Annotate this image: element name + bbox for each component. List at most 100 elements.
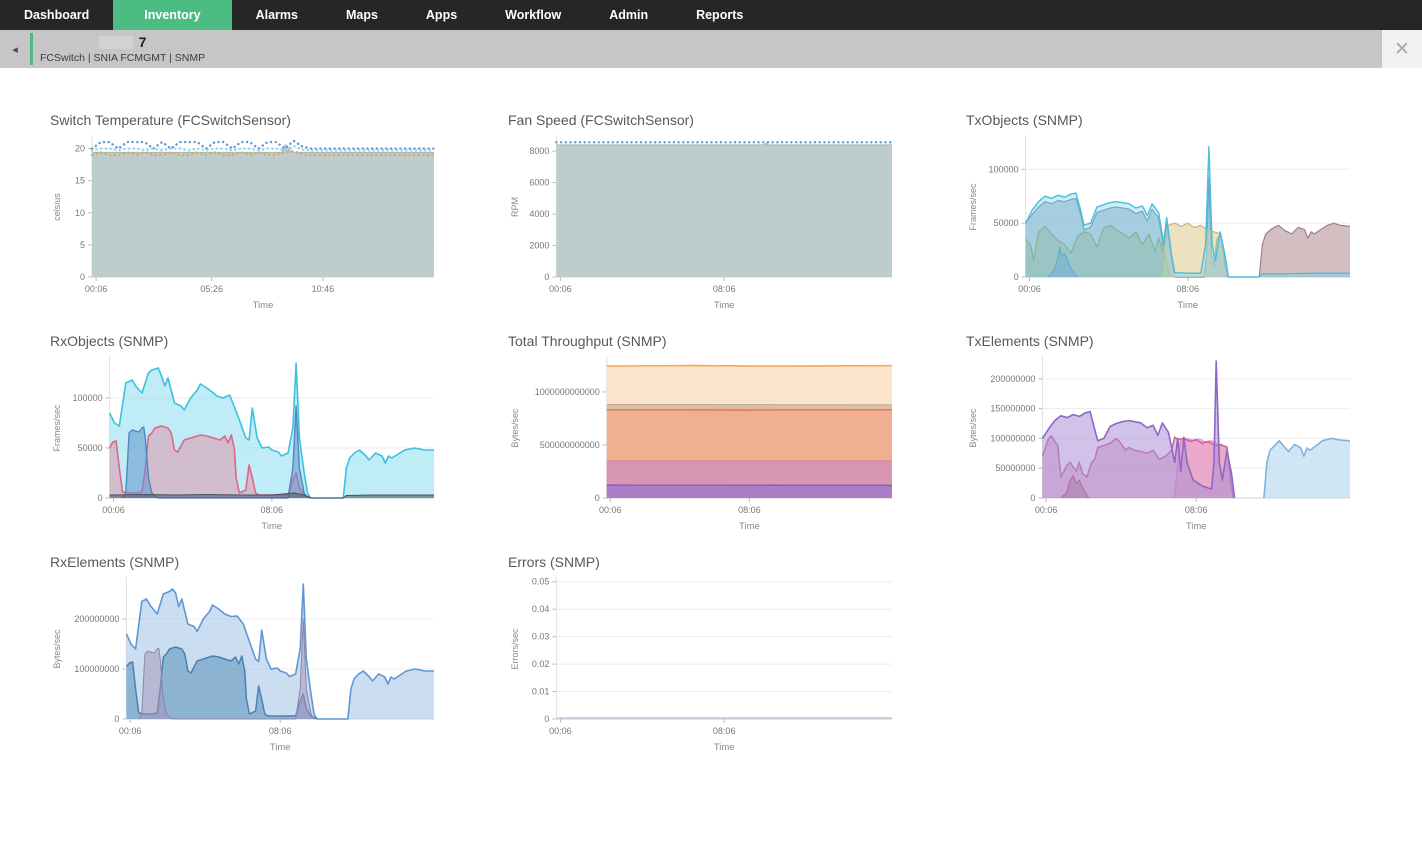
selected-device-card[interactable]: 7 FCSwitch | SNIA FCMGMT | SNMP — [30, 32, 213, 66]
svg-text:00:06: 00:06 — [102, 505, 125, 515]
svg-text:0: 0 — [114, 714, 119, 724]
svg-text:Frames/sec: Frames/sec — [52, 404, 62, 452]
svg-text:Time: Time — [739, 521, 760, 532]
svg-text:00:06: 00:06 — [85, 284, 108, 294]
chart-canvas[interactable]: 0 5 10 15 20 00:06 05:26 10:46 Time celsius — [50, 129, 442, 311]
breadcrumb: FCSwitch | SNIA FCMGMT | SNMP — [40, 51, 206, 64]
svg-text:08:06: 08:06 — [269, 726, 292, 736]
chart-title: Switch Temperature (FCSwitchSensor) — [50, 112, 291, 128]
chart-errors: Errors (SNMP) 0 0.01 0.02 0.03 0.04 0.05 00:06… — [508, 554, 948, 753]
svg-text:100000: 100000 — [989, 164, 1019, 174]
svg-text:50000000: 50000000 — [995, 463, 1035, 473]
svg-text:0.04: 0.04 — [532, 604, 550, 614]
svg-text:100000000: 100000000 — [990, 433, 1035, 443]
chart-rxelements: RxElements (SNMP) 0 100000000 200000000 00:… — [50, 554, 490, 753]
top-navbar: Dashboard Inventory Alarms Maps Apps Wor… — [0, 0, 1422, 30]
svg-text:08:06: 08:06 — [1177, 284, 1200, 294]
svg-text:Bytes/sec: Bytes/sec — [968, 408, 978, 448]
svg-text:10: 10 — [75, 208, 85, 218]
svg-text:20: 20 — [75, 144, 85, 154]
tab-label: Admin — [609, 8, 649, 22]
tab-label: Maps — [345, 8, 378, 22]
svg-text:0.05: 0.05 — [532, 577, 550, 587]
chart-title: Fan Speed (FCSwitchSensor) — [508, 112, 694, 128]
chart-title: Total Throughput (SNMP) — [508, 333, 667, 349]
tab-apps[interactable]: Apps — [402, 0, 481, 30]
chart-rxobjects: RxObjects (SNMP) 0 50000 100000 00:06 08:06 T… — [50, 333, 490, 532]
svg-text:6000: 6000 — [529, 178, 549, 188]
tab-label: Reports — [696, 8, 744, 22]
chart-canvas[interactable]: 0 0.01 0.02 0.03 0.04 0.05 00:06 08:06 Time Error… — [508, 571, 900, 753]
tab-label: Inventory — [144, 8, 201, 22]
svg-text:08:06: 08:06 — [713, 284, 736, 294]
device-count: 7 — [138, 34, 147, 50]
chart-canvas[interactable]: 0 2000 4000 6000 8000 00:06 08:06 Time RPM — [508, 129, 900, 311]
svg-text:Errors/sec: Errors/sec — [510, 628, 520, 670]
svg-text:500000000000: 500000000000 — [540, 440, 600, 450]
svg-text:0: 0 — [544, 714, 549, 724]
svg-text:Time: Time — [714, 300, 735, 311]
svg-text:0.01: 0.01 — [532, 687, 550, 697]
tab-label: Alarms — [255, 8, 298, 22]
svg-text:100000000: 100000000 — [74, 664, 119, 674]
device-strip: ◂ 7 FCSwitch | SNIA FCMGMT | SNMP ✕ — [0, 30, 1422, 68]
svg-text:0: 0 — [595, 493, 600, 503]
svg-text:celsius: celsius — [52, 193, 62, 221]
svg-text:0: 0 — [1014, 272, 1019, 282]
tab-workflow[interactable]: Workflow — [481, 0, 585, 30]
svg-text:15: 15 — [75, 176, 85, 186]
chart-canvas[interactable]: 0 50000 100000 00:06 08:06 Time Frames/sec — [50, 350, 442, 532]
chart-title: Errors (SNMP) — [508, 554, 600, 570]
svg-text:00:06: 00:06 — [1018, 284, 1041, 294]
tab-label: Apps — [425, 8, 458, 22]
svg-text:Time: Time — [1186, 521, 1207, 532]
svg-text:00:06: 00:06 — [119, 726, 142, 736]
svg-text:2000: 2000 — [529, 241, 549, 251]
tab-admin[interactable]: Admin — [585, 0, 672, 30]
chart-total-throughput: Total Throughput (SNMP) 0 500000000000 100… — [508, 333, 948, 532]
svg-text:08:06: 08:06 — [1185, 505, 1208, 515]
device-card-body: 7 FCSwitch | SNIA FCMGMT | SNMP — [33, 32, 213, 66]
svg-text:05:26: 05:26 — [200, 284, 223, 294]
svg-text:150000000: 150000000 — [990, 404, 1035, 414]
svg-text:RPM: RPM — [510, 197, 520, 217]
chart-txelements: TxElements (SNMP) 0 50000000 100000000 1500… — [966, 333, 1406, 532]
svg-text:100000: 100000 — [73, 393, 103, 403]
tab-reports[interactable]: Reports — [672, 0, 767, 30]
tab-maps[interactable]: Maps — [322, 0, 402, 30]
svg-text:00:06: 00:06 — [549, 726, 572, 736]
svg-text:Time: Time — [253, 300, 274, 311]
chart-title: RxElements (SNMP) — [50, 554, 180, 570]
svg-text:08:06: 08:06 — [261, 505, 284, 515]
svg-text:Bytes/sec: Bytes/sec — [52, 629, 62, 669]
svg-text:4000: 4000 — [529, 209, 549, 219]
chart-canvas[interactable]: 0 50000000 100000000 150000000 200000000 00:0… — [966, 350, 1358, 532]
svg-text:Time: Time — [714, 742, 735, 753]
svg-text:00:06: 00:06 — [549, 284, 572, 294]
chart-canvas[interactable]: 0 50000 100000 00:06 08:06 Time Frames/sec — [966, 129, 1358, 311]
svg-text:0: 0 — [98, 493, 103, 503]
tab-inventory[interactable]: Inventory — [113, 0, 232, 30]
charts-grid: Switch Temperature (FCSwitchSensor) 0 5 10… — [50, 112, 1422, 753]
svg-text:5: 5 — [80, 240, 85, 250]
chart-canvas[interactable]: 0 100000000 200000000 00:06 08:06 Time Bytes/s… — [50, 571, 442, 753]
tab-dashboard[interactable]: Dashboard — [0, 0, 113, 30]
device-thumbnail — [98, 35, 133, 49]
svg-text:200000000: 200000000 — [990, 374, 1035, 384]
close-icon[interactable]: ✕ — [1382, 30, 1422, 68]
svg-text:00:06: 00:06 — [1035, 505, 1058, 515]
svg-text:Bytes/sec: Bytes/sec — [510, 408, 520, 448]
tab-label: Workflow — [505, 8, 562, 22]
svg-text:0: 0 — [80, 272, 85, 282]
device-count-row: 7 — [40, 35, 205, 50]
chart-canvas[interactable]: 0 500000000000 1000000000000 00:06 08:06 Time… — [508, 350, 900, 532]
svg-text:08:06: 08:06 — [738, 505, 761, 515]
chevron-left-icon[interactable]: ◂ — [0, 30, 30, 68]
svg-text:Frames/sec: Frames/sec — [968, 183, 978, 231]
svg-text:0.02: 0.02 — [532, 659, 550, 669]
svg-text:08:06: 08:06 — [713, 726, 736, 736]
main-content: Switch Temperature (FCSwitchSensor) 0 5 10… — [0, 68, 1422, 753]
svg-text:Time: Time — [270, 742, 291, 753]
svg-text:0: 0 — [1030, 493, 1035, 503]
tab-alarms[interactable]: Alarms — [232, 0, 322, 30]
